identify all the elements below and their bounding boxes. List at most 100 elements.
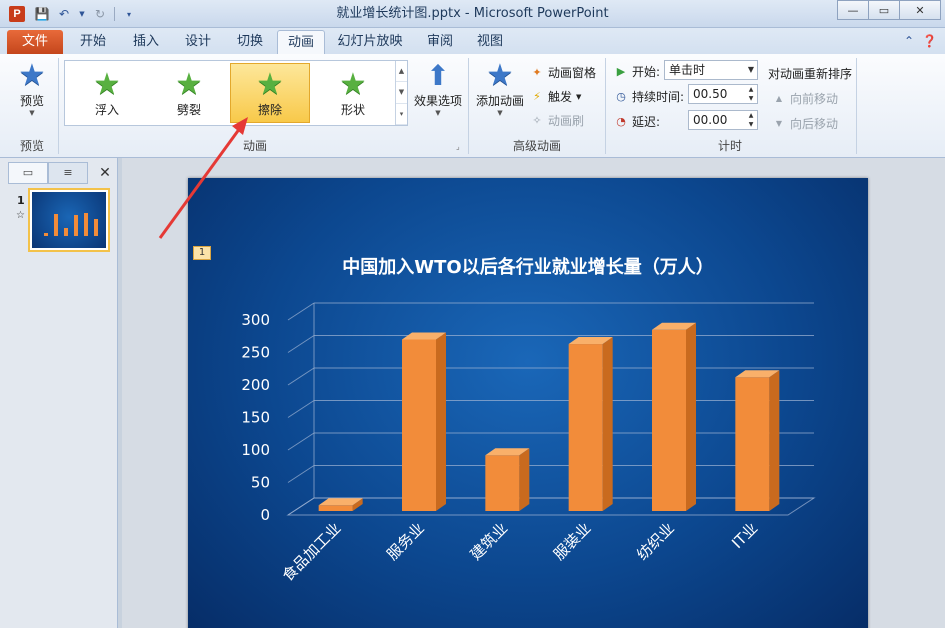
group-label-advanced: 高级动画 (512, 139, 561, 153)
thumbnail-bar (94, 219, 98, 236)
add-animation-button[interactable]: ★ 添加动画 ▼ (474, 60, 526, 118)
window-title: 就业增长统计图.pptx - Microsoft PowerPoint (336, 6, 609, 21)
delay-input[interactable]: 00.00 ▲ ▼ (688, 110, 758, 130)
animation-pane-label: 动画窗格 (548, 66, 597, 80)
help-icon[interactable]: ❓ (922, 34, 937, 48)
preview-label: 预览 (19, 94, 44, 108)
tab-view[interactable]: 视图 (468, 30, 512, 54)
add-animation-label: 添加动画 (475, 94, 524, 108)
y-tick-label: 300 (241, 311, 270, 329)
gallery-more[interactable]: ▾ (396, 104, 407, 125)
animation-shape[interactable]: ★ 形状 (313, 63, 393, 123)
tab-animations[interactable]: 动画 (277, 30, 325, 54)
reorder-title-label: 对动画重新排序 (768, 67, 853, 81)
dropdown-arrow-icon: ▼ (576, 92, 582, 101)
gridline-side (287, 367, 315, 386)
close-pane-icon[interactable]: ✕ (94, 162, 116, 184)
effect-options-button[interactable]: ⬆ 效果选项 ▼ (412, 59, 464, 118)
chart-title: 中国加入WTO以后各行业就业增长量（万人） (342, 256, 713, 278)
tab-home[interactable]: 开始 (70, 30, 116, 54)
dropdown-arrow-icon: ▼ (497, 109, 503, 117)
group-label-timing: 计时 (717, 139, 742, 153)
group-label-preview: 预览 (19, 139, 44, 153)
close-button[interactable]: ✕ (899, 0, 941, 20)
shape-star-icon: ★ (339, 66, 367, 102)
move-later-button[interactable]: ▼ 向后移动 (772, 115, 838, 132)
minimize-ribbon-icon[interactable]: ⌃ (904, 34, 914, 48)
bar-chart[interactable]: 中国加入WTO以后各行业就业增长量（万人） 0 50 100 150 200 250 300 食… (188, 178, 868, 628)
start-value: 单击时 (669, 63, 706, 77)
group-label-animation: 动画 (242, 139, 267, 153)
bar (485, 455, 520, 511)
duration-value: 00.50 (693, 87, 728, 101)
animation-painter-button[interactable]: ✧ 动画刷 (530, 112, 584, 129)
animation-label: 浮入 (94, 102, 119, 117)
gridline-side (287, 400, 315, 418)
x-tick-label: 食品加工业 (279, 519, 345, 585)
dropdown-arrow-icon: ▼ (29, 109, 35, 117)
bar (402, 339, 436, 511)
animation-wipe[interactable]: ★ 擦除 (230, 63, 310, 123)
dialog-launcher-icon[interactable]: ⌟ (456, 142, 460, 151)
effect-options-label: 效果选项 (413, 94, 462, 108)
maximize-button[interactable]: ▭ (868, 0, 900, 20)
triangle-down-icon: ▼ (775, 119, 783, 128)
delay-label: 延迟: (632, 115, 661, 129)
move-later-label: 向后移动 (790, 117, 839, 131)
tab-file[interactable]: 文件 (7, 30, 63, 54)
x-tick-label: 服装业 (550, 519, 595, 564)
tab-design[interactable]: 设计 (176, 30, 220, 54)
trigger-label: 触发 (548, 90, 573, 104)
animation-split[interactable]: ★ 劈裂 (149, 63, 229, 123)
bar (568, 344, 603, 511)
tab-slideshow[interactable]: 幻灯片放映 (334, 30, 406, 54)
animation-order-tag[interactable]: 1 (193, 246, 211, 260)
thumbnail-preview (32, 192, 106, 248)
move-earlier-button[interactable]: ▲ 向前移动 (772, 90, 838, 107)
pane-tabs: ▭ ≡ ✕ (8, 162, 116, 184)
tab-review[interactable]: 审阅 (418, 30, 462, 54)
y-tick-label: 250 (241, 344, 270, 362)
start-dropdown[interactable]: 单击时 ▼ (664, 60, 758, 80)
thumbnail-bar (84, 213, 88, 236)
tab-transitions[interactable]: 切换 (228, 30, 272, 54)
minimize-button[interactable]: — (837, 0, 869, 20)
outline-tab-icon[interactable]: ≡ (48, 162, 88, 184)
duration-label: 持续时间: (632, 90, 685, 104)
delay-row: ◔ 延迟: (614, 113, 660, 130)
gridline-side (287, 432, 315, 451)
start-row: ▶ 开始: (614, 63, 660, 80)
slide-canvas[interactable]: 中国加入WTO以后各行业就业增长量（万人） 0 50 100 150 200 250 300 食… (188, 178, 868, 628)
dropdown-arrow-icon: ▼ (435, 109, 441, 117)
bar (735, 377, 770, 511)
y-tick-label: 0 (260, 506, 270, 524)
y-tick-label: 200 (241, 376, 270, 394)
animation-gallery: ★ 浮入 ★ 劈裂 ★ 擦除 ★ 形状 ▲ ▼ ▾ (64, 60, 408, 126)
thumbnail-bar (54, 214, 58, 236)
gallery-scroll-down[interactable]: ▼ (396, 82, 407, 104)
animation-pane-button[interactable]: ✦ 动画窗格 (530, 64, 596, 81)
y-tick-label: 100 (241, 441, 270, 459)
up-arrow-icon: ⬆ (426, 59, 450, 92)
preview-star-icon: ★ (18, 58, 46, 93)
group-divider (468, 58, 469, 154)
delay-spinner[interactable]: ▲ ▼ (745, 111, 757, 129)
bar-side (769, 370, 780, 511)
reorder-title: 对动画重新排序 (768, 65, 852, 82)
tab-insert[interactable]: 插入 (124, 30, 168, 54)
duration-spinner[interactable]: ▲ ▼ (745, 85, 757, 103)
gallery-scroll-up[interactable]: ▲ (396, 61, 407, 83)
chart-floor (286, 497, 816, 516)
trigger-button[interactable]: ⚡ 触发 ▼ (530, 88, 581, 105)
slide-thumbnail[interactable] (28, 188, 110, 252)
title-bar: P 💾 ↶ ▼ ↻ ▾ 就业增长统计图.pptx - Microsoft Pow… (0, 0, 945, 28)
thumbnail-bar (74, 215, 78, 236)
bar (318, 505, 353, 511)
animation-pane-icon: ✦ (532, 66, 542, 79)
animation-painter-icon: ✧ (532, 114, 542, 127)
duration-input[interactable]: 00.50 ▲ ▼ (688, 84, 758, 104)
preview-button[interactable]: ★ 预览 ▼ (14, 58, 50, 118)
y-tick-label: 150 (241, 409, 270, 427)
slides-tab-icon[interactable]: ▭ (8, 162, 48, 184)
animation-float-in[interactable]: ★ 浮入 (67, 63, 147, 123)
